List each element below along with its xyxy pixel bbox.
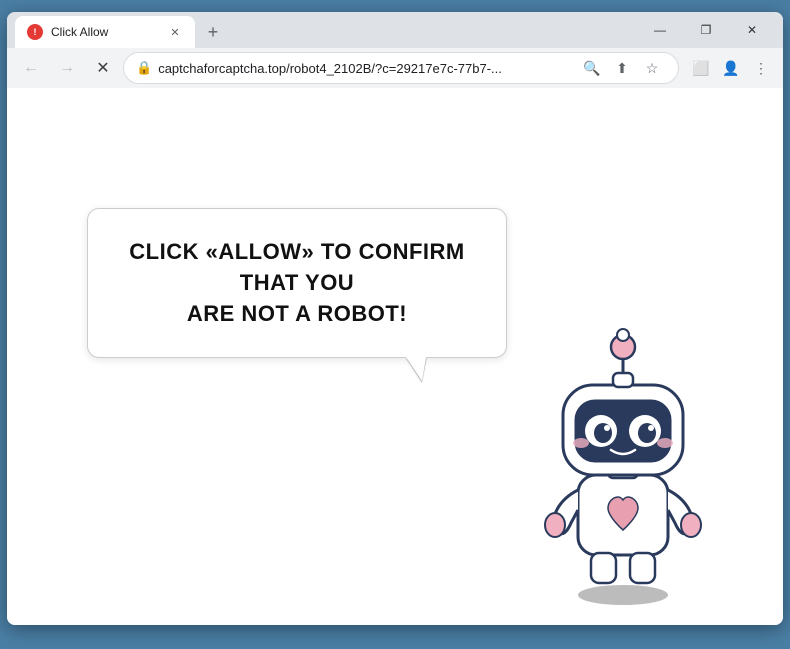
robot-illustration — [523, 265, 723, 605]
new-tab-button[interactable]: + — [199, 18, 227, 46]
address-actions: 🔍 ⬆ ☆ — [578, 54, 666, 82]
nav-bar: ← → ✕ 🔒 captchaforcaptcha.top/robot4_210… — [7, 48, 783, 88]
browser-window: ! Click Allow ✕ + — ❐ ✕ ← → ✕ — [7, 12, 783, 625]
profile-button[interactable]: 👤 — [717, 54, 745, 82]
share-button[interactable]: ⬆ — [608, 54, 636, 82]
url-text: captchaforcaptcha.top/robot4_2102B/?c=29… — [158, 61, 572, 76]
active-tab[interactable]: ! Click Allow ✕ — [15, 16, 195, 48]
toolbar-actions: ⬜ 👤 ⋮ — [687, 54, 775, 82]
forward-button[interactable]: → — [51, 52, 83, 84]
extensions-button[interactable]: ⬜ — [687, 54, 715, 82]
search-button[interactable]: 🔍 — [578, 54, 606, 82]
bubble-text: CLICK «ALLOW» TO CONFIRM THAT YOU ARE NO… — [128, 237, 466, 329]
reload-button[interactable]: ✕ — [87, 52, 119, 84]
bookmark-button[interactable]: ☆ — [638, 54, 666, 82]
close-button[interactable]: ✕ — [729, 12, 775, 48]
lock-icon: 🔒 — [136, 60, 152, 76]
minimize-button[interactable]: — — [637, 12, 683, 48]
menu-button[interactable]: ⋮ — [747, 54, 775, 82]
maximize-button[interactable]: ❐ — [683, 12, 729, 48]
speech-bubble: CLICK «ALLOW» TO CONFIRM THAT YOU ARE NO… — [87, 208, 507, 358]
title-bar: ! Click Allow ✕ + — ❐ ✕ — [7, 12, 783, 48]
tab-favicon: ! — [27, 24, 43, 40]
robot-svg — [523, 265, 723, 605]
address-bar[interactable]: 🔒 captchaforcaptcha.top/robot4_2102B/?c=… — [123, 52, 679, 84]
page-content: CLICK «ALLOW» TO CONFIRM THAT YOU ARE NO… — [7, 88, 783, 625]
back-button[interactable]: ← — [15, 52, 47, 84]
tab-close-button[interactable]: ✕ — [167, 24, 183, 40]
window-controls: — ❐ ✕ — [637, 12, 775, 48]
tabs-area: ! Click Allow ✕ + — [15, 12, 637, 48]
tab-title: Click Allow — [51, 25, 159, 39]
